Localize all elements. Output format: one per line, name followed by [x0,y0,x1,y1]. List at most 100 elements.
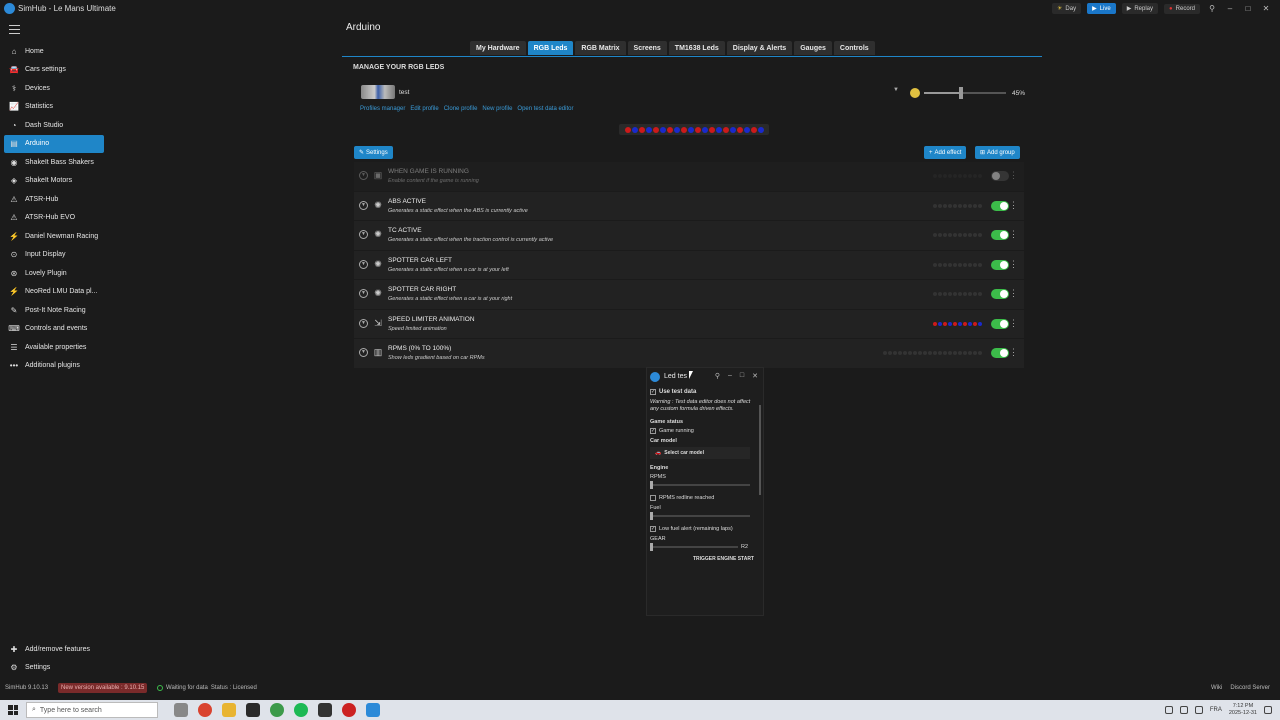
maximize-icon[interactable]: □ [1242,4,1254,13]
tab-tm1638-leds[interactable]: TM1638 Leds [668,41,725,55]
sidebar-item-lovely-plugin[interactable]: ⊛ Lovely Plugin [4,264,104,283]
use-test-data-checkbox[interactable]: ✓ Use test data [650,389,758,395]
gear-thumb[interactable] [650,543,653,551]
tab-screens[interactable]: Screens [627,41,667,55]
sidebar-item-settings[interactable]: ⚙ Settings [4,659,104,678]
effect-row[interactable]: ▼ ✺ ABS ACTIVE Generates a static effect wh… [354,191,1024,221]
chevron-down-icon[interactable]: ▼ [359,171,368,180]
effect-toggle[interactable] [991,348,1009,358]
minimize-icon[interactable]: – [728,372,732,380]
pin-icon[interactable]: ⚲ [715,372,720,380]
effect-toggle[interactable] [991,230,1009,240]
edit-profile-link[interactable]: Edit profile [410,106,438,112]
replay-button[interactable]: ▶ Replay [1121,3,1159,14]
effect-row[interactable]: ▼ ⇲ SPEED LIMITER ANIMATION Speed limited a… [354,309,1024,339]
task-view-icon[interactable] [174,703,188,717]
wiki-link[interactable]: Wiki [1211,685,1222,691]
effect-row[interactable]: ▼ ▣ WHEN GAME IS RUNNING Enable content if … [354,162,1024,192]
effect-toggle[interactable] [991,200,1009,211]
rpms-slider[interactable] [650,481,750,489]
tab-rgb-matrix[interactable]: RGB Matrix [575,41,626,55]
chevron-down-icon[interactable]: ▼ [359,318,368,328]
sidebar-item-dash-studio[interactable]: ◔ Dash Studio [4,116,104,135]
sidebar-item-atsr-hub[interactable]: ⚠ ATSR-Hub [4,190,104,209]
app-icon[interactable] [246,703,260,717]
tab-rgb-leds[interactable]: RGB Leds [527,41,574,55]
sidebar-item-cars-settings[interactable]: 🚘 Cars settings [4,61,104,80]
sidebar-item-atsr-hub-evo[interactable]: ⚠ ATSR-Hub EVO [4,209,104,228]
sidebar-item-additional-plugins[interactable]: ••• Additional plugins [4,357,104,376]
record-app-icon[interactable] [342,703,356,717]
profile-select[interactable]: test ▼ [361,85,901,99]
sidebar-item-statistics[interactable]: 📈 Statistics [4,98,104,117]
record-button[interactable]: ● Record [1164,3,1200,14]
popup-scrollbar[interactable] [759,405,761,495]
close-icon[interactable]: ✕ [1260,4,1272,13]
notification-icon[interactable] [1264,706,1272,714]
more-vertical-icon[interactable]: ⋮ [1009,288,1018,299]
more-vertical-icon[interactable]: ⋮ [1009,347,1018,358]
brightness-track[interactable] [924,87,1006,99]
close-icon[interactable]: ✕ [752,372,758,380]
trigger-engine-start-button[interactable]: TRIGGER ENGINE START [650,556,758,562]
effect-row[interactable]: ▼ ▥ RPMS (0% TO 100%) Show leds gradient ba… [354,339,1024,369]
sidebar-item-devices[interactable]: ⚕ Devices [4,79,104,98]
chevron-down-icon[interactable]: ▼ [359,230,368,239]
more-vertical-icon[interactable]: ⋮ [1009,229,1018,240]
xbox-icon[interactable] [270,703,284,717]
tab-gauges[interactable]: Gauges [794,41,832,55]
add-group-button[interactable]: ⊞ Add group [975,146,1020,159]
day-button[interactable]: ☀ Day [1052,3,1082,14]
tray-icon[interactable] [1164,706,1173,714]
steam-icon[interactable] [318,703,332,717]
effect-row[interactable]: ▼ ✺ TC ACTIVE Generates a static effect whe… [354,221,1024,251]
new-profile-link[interactable]: New profile [482,106,512,112]
brightness-thumb[interactable] [958,87,963,99]
tab-controls[interactable]: Controls [833,41,875,55]
chevron-down-icon[interactable]: ▼ [359,348,368,357]
gear-slider[interactable] [650,543,738,551]
low-fuel-checkbox[interactable]: ✓ Low fuel alert (remaining laps) [650,526,758,532]
tab-display-alerts[interactable]: Display & Alerts [726,41,793,55]
effect-row[interactable]: ▼ ✺ SPOTTER CAR RIGHT Generates a static ef… [354,280,1024,310]
sidebar-item-shakeit-bass-shakers[interactable]: ◉ ShakeIt Bass Shakers [4,153,104,172]
minimize-icon[interactable]: – [1224,4,1236,13]
more-vertical-icon[interactable]: ⋮ [1009,170,1018,181]
sidebar-item-controls-and-events[interactable]: ⌨ Controls and events [4,320,104,339]
chrome-icon[interactable] [198,703,212,717]
sidebar-item-shakeit-motors[interactable]: ◈ ShakeIt Motors [4,172,104,191]
rpms-redline-checkbox[interactable]: RPMS redline reached [650,495,758,501]
add-effect-button[interactable]: + Add effect [924,146,967,159]
simhub-taskbar-icon[interactable] [366,703,380,717]
sidebar-item-arduino[interactable]: ▤ Arduino [4,134,104,153]
volume-icon[interactable] [1194,706,1203,714]
sidebar-item-neored-lmu-data-pl[interactable]: ⚡ NeoRed LMU Data pl... [4,283,104,302]
clock[interactable]: 7:12 PM 2025-12-31 [1229,703,1257,717]
game-running-checkbox[interactable]: ✓ Game running [650,428,758,434]
more-vertical-icon[interactable]: ⋮ [1009,200,1018,211]
chevron-down-icon[interactable]: ▼ [359,259,368,269]
fuel-slider[interactable] [650,512,750,520]
discord-link[interactable]: Discord Server [1230,685,1270,691]
spotify-icon[interactable] [294,703,308,717]
select-car-model-button[interactable]: 🚗 Select car model [650,447,750,459]
sidebar-item-post-it-note-racing[interactable]: ✎ Post-It Note Racing [4,301,104,320]
sidebar-item-daniel-newman-racing[interactable]: ⚡ Daniel Newman Racing [4,227,104,246]
effect-toggle[interactable] [991,171,1009,181]
more-vertical-icon[interactable]: ⋮ [1009,318,1018,329]
live-button[interactable]: ▶ Live [1087,3,1116,14]
sidebar-item-add-remove-features[interactable]: ✚ Add/remove features [4,640,104,659]
clone-profile-link[interactable]: Clone profile [444,106,478,112]
file-explorer-icon[interactable] [222,703,236,717]
effect-toggle[interactable] [991,259,1009,270]
sidebar-item-home[interactable]: ⌂ Home [4,42,104,61]
chevron-down-icon[interactable]: ▼ [359,200,368,210]
network-icon[interactable] [1179,706,1188,714]
more-vertical-icon[interactable]: ⋮ [1009,259,1018,270]
menu-icon[interactable] [9,25,20,34]
tab-my-hardware[interactable]: My Hardware [470,41,526,55]
rpms-thumb[interactable] [650,481,653,489]
sidebar-item-available-properties[interactable]: ☰ Available properties [4,338,104,357]
maximize-icon[interactable]: □ [740,372,744,380]
fuel-thumb[interactable] [650,512,653,520]
